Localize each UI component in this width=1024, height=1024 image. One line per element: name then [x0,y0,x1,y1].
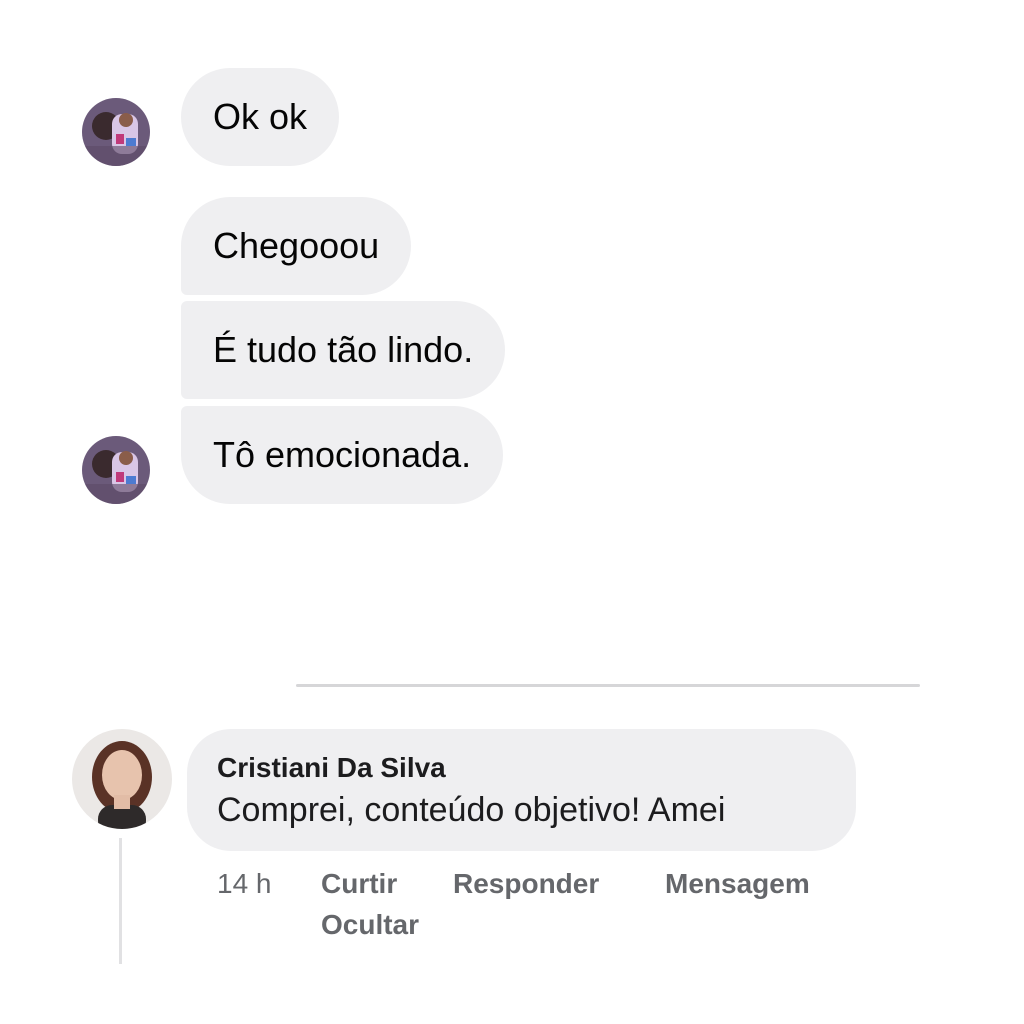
sender-avatar-image [82,98,150,166]
sender-avatar[interactable] [82,436,150,504]
comment-timestamp[interactable]: 14 h [217,864,272,904]
section-divider [296,684,920,687]
message-bubble[interactable]: Chegooou [181,197,412,295]
message-bubble[interactable]: Ok ok [181,68,340,166]
reply-button[interactable]: Responder [453,864,599,904]
sender-avatar-image [82,436,150,504]
comment-text: Comprei, conteúdo objetivo! Amei [217,791,726,829]
hide-button[interactable]: Ocultar [321,905,419,945]
like-button[interactable]: Curtir [321,864,397,904]
comment-author[interactable]: Cristiani Da Silva [217,751,826,785]
message-text: Tô emocionada. [213,434,472,475]
comment-bubble[interactable]: Cristiani Da Silva Comprei, conteúdo obj… [187,729,856,851]
commenter-avatar-image [72,729,172,829]
sender-avatar[interactable] [82,98,150,166]
message-bubble[interactable]: Tô emocionada. [181,406,504,504]
message-button[interactable]: Mensagem [665,864,810,904]
message-text: Ok ok [213,96,308,137]
commenter-avatar[interactable] [72,729,172,829]
message-text: É tudo tão lindo. [213,329,474,370]
thread-line [119,838,122,964]
message-text: Chegooou [213,225,380,266]
message-bubble[interactable]: É tudo tão lindo. [181,301,506,399]
